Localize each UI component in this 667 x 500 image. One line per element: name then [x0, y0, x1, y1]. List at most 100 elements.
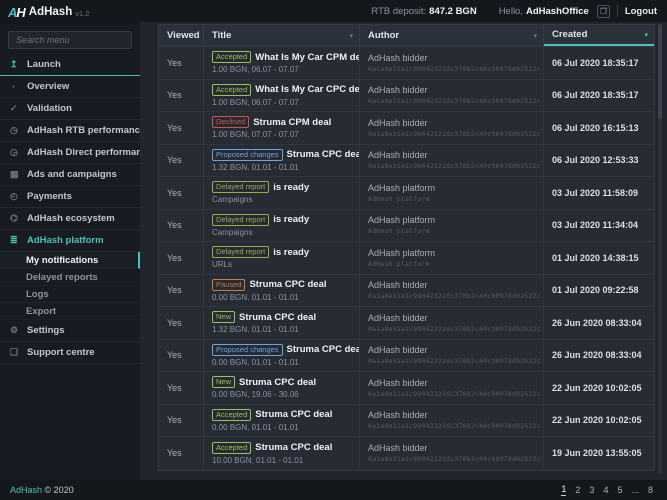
logout-button[interactable]: Logout: [625, 6, 657, 17]
status-badge: Accepted: [212, 51, 251, 63]
page-button-4[interactable]: 4: [603, 485, 608, 496]
sidebar-item-ads-and-campaigns[interactable]: ▦Ads and campaigns: [0, 164, 140, 186]
sidebar-item-label: Settings: [27, 325, 64, 336]
sidebar-subitem-logs[interactable]: Logs: [0, 286, 140, 303]
app-version: v1.2: [75, 9, 89, 18]
sidebar-item-label: Logs: [26, 289, 49, 300]
search-input[interactable]: [8, 31, 132, 49]
column-header-author[interactable]: Author▾: [360, 25, 544, 46]
page-button-8[interactable]: 8: [648, 485, 653, 496]
created-cell: 01 Jul 2020 14:38:15: [544, 242, 654, 274]
row-title: What Is My Car CPM deal: [255, 52, 360, 63]
sort-arrow-icon: ▾: [644, 31, 648, 39]
footer-brand-link[interactable]: AdHash: [10, 485, 42, 495]
author-name: AdHash bidder: [368, 378, 535, 388]
table-row[interactable]: YesNewStruma CPC deal0.00 BGN, 19.06 - 3…: [159, 372, 654, 405]
column-label: Author: [368, 30, 399, 41]
created-cell: 06 Jul 2020 18:35:17: [544, 47, 654, 79]
sidebar-item-label: Overview: [27, 81, 69, 92]
title-cell: NewStruma CPC deal0.00 BGN, 19.06 - 30.0…: [204, 372, 360, 404]
author-name: AdHash platform: [368, 183, 535, 193]
table-row[interactable]: YesAcceptedWhat Is My Car CPM deal1.00 B…: [159, 47, 654, 80]
column-header-viewed[interactable]: Viewed▾: [159, 25, 204, 46]
viewed-cell: Yes: [159, 242, 204, 274]
sidebar-item-support-centre[interactable]: ❑Support centre: [0, 342, 140, 364]
sidebar-item-adhash-ecosystem[interactable]: ⌬AdHash ecosystem: [0, 208, 140, 230]
sidebar-item-label: Validation: [27, 103, 72, 114]
column-label: Created: [552, 29, 587, 40]
viewed-cell: Yes: [159, 307, 204, 339]
sidebar-item-adhash-direct-performance[interactable]: ◶AdHash Direct performance: [0, 142, 140, 164]
column-label: Title: [212, 30, 231, 41]
row-title: is ready: [273, 214, 309, 225]
sidebar-item-adhash-rtb-performance[interactable]: ◷AdHash RTB performance: [0, 120, 140, 142]
author-cell: AdHash bidder0a1a8e31a1c99042322dc370b2c…: [360, 340, 544, 372]
sidebar-subitem-delayed-reports[interactable]: Delayed reports: [0, 269, 140, 286]
viewed-cell: Yes: [159, 177, 204, 209]
author-cell: AdHash bidder0a1a8e31a1c99042322dc370b2c…: [360, 275, 544, 307]
table-row[interactable]: YesDelayed reportis readyURLsAdHash plat…: [159, 242, 654, 275]
sidebar-item-settings[interactable]: ⚙Settings: [0, 320, 140, 342]
author-name: AdHash platform: [368, 215, 535, 225]
sidebar-item-adhash-platform[interactable]: ≣AdHash platform: [0, 230, 140, 252]
table-row[interactable]: YesAcceptedStruma CPC deal10.00 BGN, 01.…: [159, 437, 654, 470]
launch-icon: ↥: [10, 59, 23, 70]
table-body: YesAcceptedWhat Is My Car CPM deal1.00 B…: [159, 47, 654, 470]
row-subtitle: 10.00 BGN, 01.01 - 01.01: [212, 456, 351, 465]
vertical-scrollbar[interactable]: [658, 24, 662, 474]
table-row[interactable]: YesAcceptedWhat Is My Car CPC deal1.00 B…: [159, 80, 654, 113]
title-cell: Delayed reportis readyCampaigns: [204, 177, 360, 209]
table-row[interactable]: YesProposed changesStruma CPC deal0.00 B…: [159, 340, 654, 373]
page-button-2[interactable]: 2: [575, 485, 580, 496]
row-subtitle: 1.32 BGN, 01.01 - 01.01: [212, 325, 351, 334]
row-title: Struma CPC deal: [239, 312, 316, 323]
title-cell: DeclinedStruma CPM deal1.00 BGN, 07.07 -…: [204, 112, 360, 144]
table-row[interactable]: YesDeclinedStruma CPM deal1.00 BGN, 07.0…: [159, 112, 654, 145]
column-header-title[interactable]: Title▾: [204, 25, 360, 46]
topbar: RTB deposit: 847.2 BGN Hello, AdHashOffi…: [140, 0, 667, 22]
sidebar-subitem-my-notifications[interactable]: My notifications: [0, 252, 140, 269]
created-cell: 26 Jun 2020 08:33:04: [544, 340, 654, 372]
table-row[interactable]: YesPausedStruma CPC deal0.00 BGN, 01.01 …: [159, 275, 654, 308]
title-cell: AcceptedWhat Is My Car CPM deal1.00 BGN,…: [204, 47, 360, 79]
sidebar-item-validation[interactable]: ✓Validation: [0, 98, 140, 120]
author-hash: 0a1a8e31a1c99042322dc370b2c40c90978d0252…: [368, 422, 535, 430]
rtb-deposit-value: 847.2 BGN: [429, 6, 477, 17]
page-button-3[interactable]: 3: [589, 485, 594, 496]
profile-icon[interactable]: ❐: [597, 5, 610, 18]
sidebar-item-overview[interactable]: ◔Overview: [0, 76, 140, 98]
sidebar-item-label: Export: [26, 306, 56, 317]
greeting-text: Hello,: [499, 6, 523, 17]
created-cell: 06 Jul 2020 12:53:33: [544, 145, 654, 177]
sidebar-item-label: Delayed reports: [26, 272, 98, 283]
title-cell: AcceptedWhat Is My Car CPC deal1.00 BGN,…: [204, 80, 360, 112]
row-subtitle: 0.00 BGN, 01.01 - 01.01: [212, 423, 351, 432]
author-name: AdHash bidder: [368, 53, 535, 63]
status-badge: Proposed changes: [212, 344, 283, 356]
scrollbar-thumb[interactable]: [658, 24, 662, 119]
column-header-created[interactable]: Created ▾: [544, 25, 654, 46]
direct-performance-icon: ◶: [10, 147, 23, 158]
app-window: AH AdHash v1.2 ↥Launch◔Overview✓Validati…: [0, 0, 667, 500]
status-badge: Delayed report: [212, 246, 269, 258]
row-title: is ready: [273, 182, 309, 193]
row-title: Struma CPC deal: [255, 442, 332, 453]
sidebar-item-payments[interactable]: ◴Payments: [0, 186, 140, 208]
username: AdHashOffice: [526, 6, 589, 17]
author-hash: 0a1a8e31a1c99042322dc370b2c40c90978d0252…: [368, 97, 535, 105]
sidebar-item-launch[interactable]: ↥Launch: [0, 54, 140, 76]
title-cell: NewStruma CPC deal1.32 BGN, 01.01 - 01.0…: [204, 307, 360, 339]
table-row[interactable]: YesDelayed reportis readyCampaigns AdHash…: [159, 177, 654, 210]
page-button-5[interactable]: 5: [617, 485, 622, 496]
sidebar-item-label: AdHash platform: [27, 235, 104, 246]
table-row[interactable]: YesNewStruma CPC deal1.32 BGN, 01.01 - 0…: [159, 307, 654, 340]
sidebar-subitem-export[interactable]: Export: [0, 303, 140, 320]
table-row[interactable]: YesAcceptedStruma CPC deal0.00 BGN, 01.0…: [159, 405, 654, 438]
row-subtitle: 0.00 BGN, 01.01 - 01.01: [212, 293, 351, 302]
sidebar-item-label: AdHash RTB performance: [27, 125, 140, 136]
app-logo: AH AdHash v1.2: [0, 0, 140, 24]
page-button-1[interactable]: 1: [561, 484, 566, 496]
table-row[interactable]: YesDelayed reportis readyCampaignsAdHash…: [159, 210, 654, 243]
table-row[interactable]: YesProposed changesStruma CPC deal1.32 B…: [159, 145, 654, 178]
footer: AdHash © 2020: [10, 485, 74, 495]
